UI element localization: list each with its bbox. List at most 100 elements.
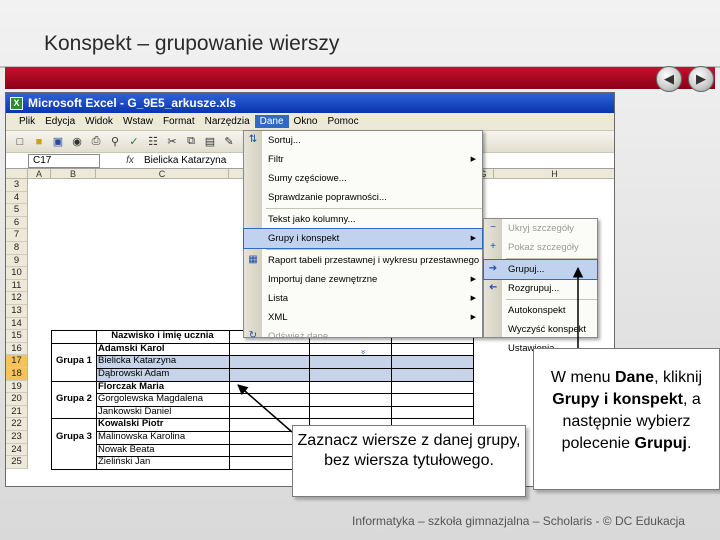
dane-menu-item-label: Sortuj... [268,135,301,146]
row-header-14[interactable]: 14 [6,317,28,331]
open-folder-icon[interactable]: ■ [31,134,47,150]
submenu-item-label: Wyczyść konspekt [508,324,587,335]
format-painter-icon[interactable]: ✎ [221,134,237,150]
research-icon[interactable]: ☷ [145,134,161,150]
menu-5[interactable]: Narzędzia [200,115,255,128]
dane-menu-item-1[interactable]: Filtr ▶ [244,150,482,169]
row-header-12[interactable]: 12 [6,292,28,305]
column-header-B[interactable]: B [51,169,96,179]
slide-title: Konspekt – grupowanie wierszy [44,32,340,55]
submenu-item-2[interactable]: ➔ Grupuj... [483,259,598,280]
excel-titlebar: X Microsoft Excel - G_9E5_arkusze.xls [6,93,614,113]
row-header-24[interactable]: 24 [6,443,28,457]
submenu-item-label: Autokonspekt [508,305,566,316]
row-header-8[interactable]: 8 [6,242,28,255]
student-name-cell[interactable]: Kowalski Piotr [96,418,229,431]
hide-detail-icon: − [490,222,496,233]
row-header-4[interactable]: 4 [6,191,28,205]
submenu-item-label: Rozgrupuj... [508,283,560,294]
callout-select-rows-text: Zaznacz wiersze z danej grupy, bez wiers… [297,432,521,469]
row-header-20[interactable]: 20 [6,393,28,406]
copy-icon[interactable]: ⧉ [183,134,199,150]
table-border-h [96,405,473,407]
menu-4[interactable]: Format [158,115,200,128]
submenu-item-3[interactable]: ➔ Rozgrupuj... [484,279,597,298]
dane-menu-item-0[interactable]: ⇅ Sortuj... [244,131,482,150]
formula-input[interactable]: Bielicka Katarzyna [140,155,226,166]
submenu-item-5[interactable]: Wyczyść konspekt [484,320,597,339]
row-header-13[interactable]: 13 [6,305,28,318]
name-box[interactable]: C17 [28,153,100,168]
dane-menu-item-4[interactable]: Tekst jako kolumny... [244,210,482,229]
arrow-left-icon[interactable]: ◀ [656,66,682,92]
spelling-icon[interactable]: ✓ [126,134,142,150]
dane-menu-item-3[interactable]: Sprawdzanie poprawności... [244,188,482,207]
paste-icon[interactable]: ▤ [202,134,218,150]
select-all-corner[interactable] [6,169,28,179]
menu-8[interactable]: Pomoc [322,115,363,128]
menu-2[interactable]: Widok [80,115,118,128]
menu-0[interactable]: Plik [14,115,40,128]
print-preview-icon[interactable]: ⚲ [107,134,123,150]
row-header-9[interactable]: 9 [6,254,28,268]
row-header-25[interactable]: 25 [6,456,28,469]
callout-bold-grupy: Grupy i konspekt [552,391,683,408]
show-detail-icon: + [490,241,496,252]
menu-6[interactable]: Dane [254,115,289,128]
row-header-19[interactable]: 19 [6,380,28,394]
row-header-23[interactable]: 23 [6,431,28,444]
row-header-21[interactable]: 21 [6,405,28,419]
group-label[interactable]: Grupa 1 [54,355,96,368]
save-icon[interactable]: ▣ [50,134,66,150]
arrow-right-icon[interactable]: ▶ [688,66,714,92]
row-header-7[interactable]: 7 [6,229,28,242]
row-header-5[interactable]: 5 [6,204,28,217]
row-header-22[interactable]: 22 [6,418,28,431]
row-header-16[interactable]: 16 [6,342,28,356]
group-label[interactable]: Grupa 3 [54,431,96,444]
dane-menu-item-label: Odśwież dane [268,331,329,342]
student-name-cell[interactable]: Adamski Karol [96,343,229,356]
student-name-cell[interactable]: Zieliński Jan [96,456,229,469]
row-header-6[interactable]: 6 [6,216,28,230]
dane-menu-item-2[interactable]: Sumy częściowe... [244,169,482,188]
row-header-17[interactable]: 17 [6,355,28,368]
menu-7[interactable]: Okno [289,115,323,128]
row-header-15[interactable]: 15 [6,330,28,343]
header-band [5,67,715,89]
group-label[interactable]: Grupa 2 [54,393,96,406]
menu-3[interactable]: Wstaw [118,115,158,128]
submenu-item-label: Pokaż szczegóły [508,242,579,253]
table-header-cell[interactable]: Nazwisko i imię ucznia [96,330,229,343]
row-header-10[interactable]: 10 [6,267,28,280]
pivot-icon: ▦ [248,254,258,265]
fx-icon[interactable]: fx [120,155,140,166]
menu-1[interactable]: Edycja [40,115,80,128]
column-header-A[interactable]: A [28,169,51,179]
permission-icon[interactable]: ◉ [69,134,85,150]
student-name-cell[interactable]: Jankowski Daniel [96,406,229,419]
dane-menu-item-label: Sprawdzanie poprawności... [268,192,387,203]
excel-app-icon: X [10,96,23,110]
dane-menu-item-label: XML [268,312,288,323]
student-name-cell[interactable]: Dąbrowski Adam [96,368,229,381]
student-name-cell[interactable]: Gorgolewska Magdalena [96,393,229,406]
column-header-H[interactable]: H [494,169,614,179]
student-name-cell[interactable]: Malinowska Karolina [96,431,229,444]
callout-select-rows: Zaznacz wiersze z danej grupy, bez wiers… [292,425,526,497]
submenu-arrow-icon: ▶ [470,235,476,242]
student-name-cell[interactable]: Florczak Maria [96,381,229,394]
row-header-11[interactable]: 11 [6,279,28,293]
row-header-3[interactable]: 3 [6,179,28,192]
row-header-18[interactable]: 18 [6,368,28,381]
submenu-item-0: − Ukryj szczegóły [484,219,597,238]
new-file-icon[interactable]: □ [12,134,28,150]
print-icon[interactable]: ⎙ [88,134,104,150]
column-header-C[interactable]: C [96,169,229,179]
cut-icon[interactable]: ✂ [164,134,180,150]
student-name-cell[interactable]: Bielicka Katarzyna [96,355,229,368]
callout-bold-dane: Dane [614,369,655,386]
callout-text-part: W menu [550,369,615,386]
submenu-item-4[interactable]: Autokonspekt [484,301,597,320]
student-name-cell[interactable]: Nowak Beata [96,444,229,457]
